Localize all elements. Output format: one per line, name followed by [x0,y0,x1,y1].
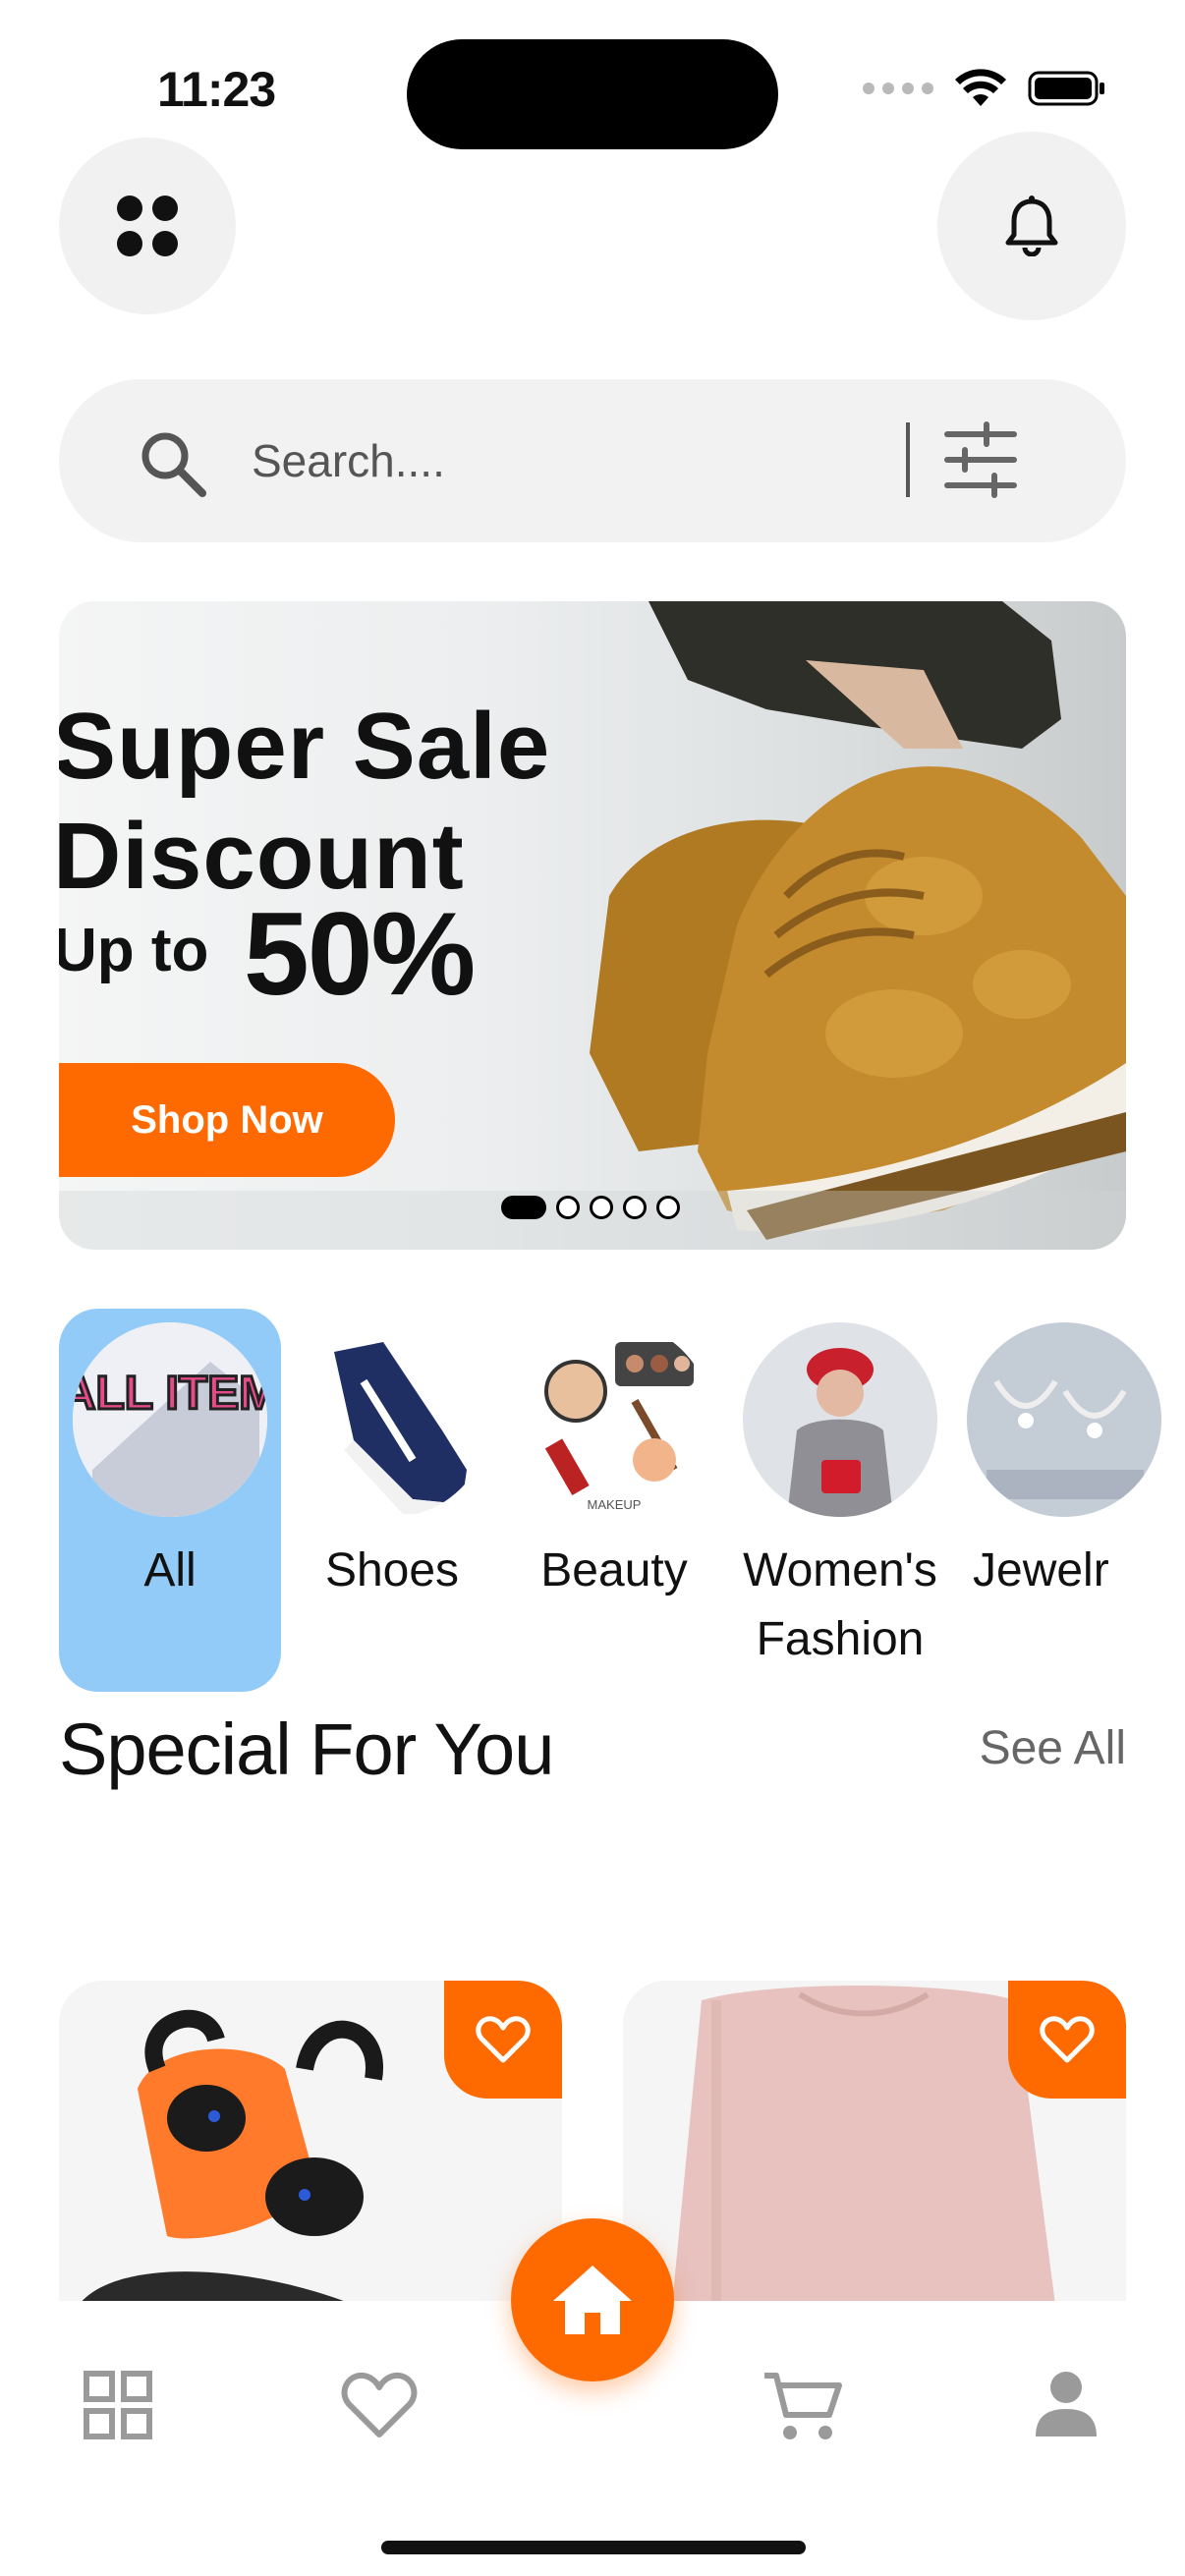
status-time: 11:23 [157,62,276,117]
carousel-dot-active[interactable] [501,1196,546,1219]
filter-sliders-icon[interactable] [941,420,1020,499]
carousel-dot[interactable] [656,1196,680,1219]
favorite-button[interactable] [1008,1981,1126,2099]
category-thumb-shoes [295,1322,489,1517]
category-label: Beauty [540,1544,688,1596]
home-icon [553,2266,632,2334]
banner-discount-percent: 50% [244,888,476,1020]
cellular-signal-icon [863,83,933,94]
category-all[interactable]: ALL ITEM All [59,1309,281,1692]
category-thumb-jewelry [967,1322,1161,1517]
category-label: Women's Fashion [743,1544,937,1665]
favorite-button[interactable] [444,1981,562,2099]
home-button[interactable] [511,2218,674,2381]
grid-icon[interactable] [83,2370,153,2440]
profile-icon[interactable] [1034,2370,1099,2438]
home-indicator [381,2541,806,2554]
cart-icon[interactable] [762,2370,843,2444]
carousel-dot[interactable] [623,1196,647,1219]
search-icon [141,432,206,497]
bell-icon [1005,196,1058,256]
category-label: Jewelr [973,1544,1109,1596]
category-jewelry[interactable]: Jewelr [953,1309,1175,1692]
notification-button[interactable] [937,132,1126,320]
category-list[interactable]: ALL ITEM All Shoes MAKEUP Beauty Women's… [59,1309,1185,1702]
product-card[interactable] [59,1981,562,2305]
grid-dots-icon [117,196,178,256]
see-all-link[interactable]: See All [980,1721,1126,1775]
section-title: Special For You [59,1708,554,1790]
heart-icon [1040,2016,1095,2063]
search-bar[interactable]: Search.... [59,379,1126,542]
shop-now-button[interactable]: Shop Now [59,1063,395,1177]
banner-title-line1: Super Sale [59,694,551,799]
banner-upto-label: Up to [59,917,209,984]
dynamic-island [407,39,778,149]
category-beauty[interactable]: MAKEUP Beauty [503,1309,725,1692]
product-card[interactable] [623,1981,1126,2305]
search-input[interactable]: Search.... [252,434,445,487]
category-thumb-beauty: MAKEUP [517,1322,711,1517]
category-thumb-text: MAKEUP [588,1497,642,1512]
carousel-indicator[interactable] [501,1196,680,1219]
category-shoes[interactable]: Shoes [281,1309,503,1692]
battery-icon [1028,71,1104,106]
promo-banner[interactable]: Super Sale Discount Up to 50% Shop Now [59,601,1126,1250]
carousel-dot[interactable] [556,1196,580,1219]
menu-button[interactable] [59,138,236,314]
heart-icon [476,2016,531,2063]
banner-title: Super Sale Discount [59,692,550,912]
carousel-dot[interactable] [590,1196,613,1219]
wifi-icon [955,69,1006,106]
category-thumb-womens-fashion [743,1322,937,1517]
category-thumb-all: ALL ITEM [73,1322,267,1517]
category-thumb-text: ALL ITEM [73,1368,267,1420]
search-divider [906,422,910,497]
heart-icon[interactable] [340,2370,419,2440]
status-icons [863,69,1106,108]
category-womens-fashion[interactable]: Women's Fashion [729,1309,951,1692]
